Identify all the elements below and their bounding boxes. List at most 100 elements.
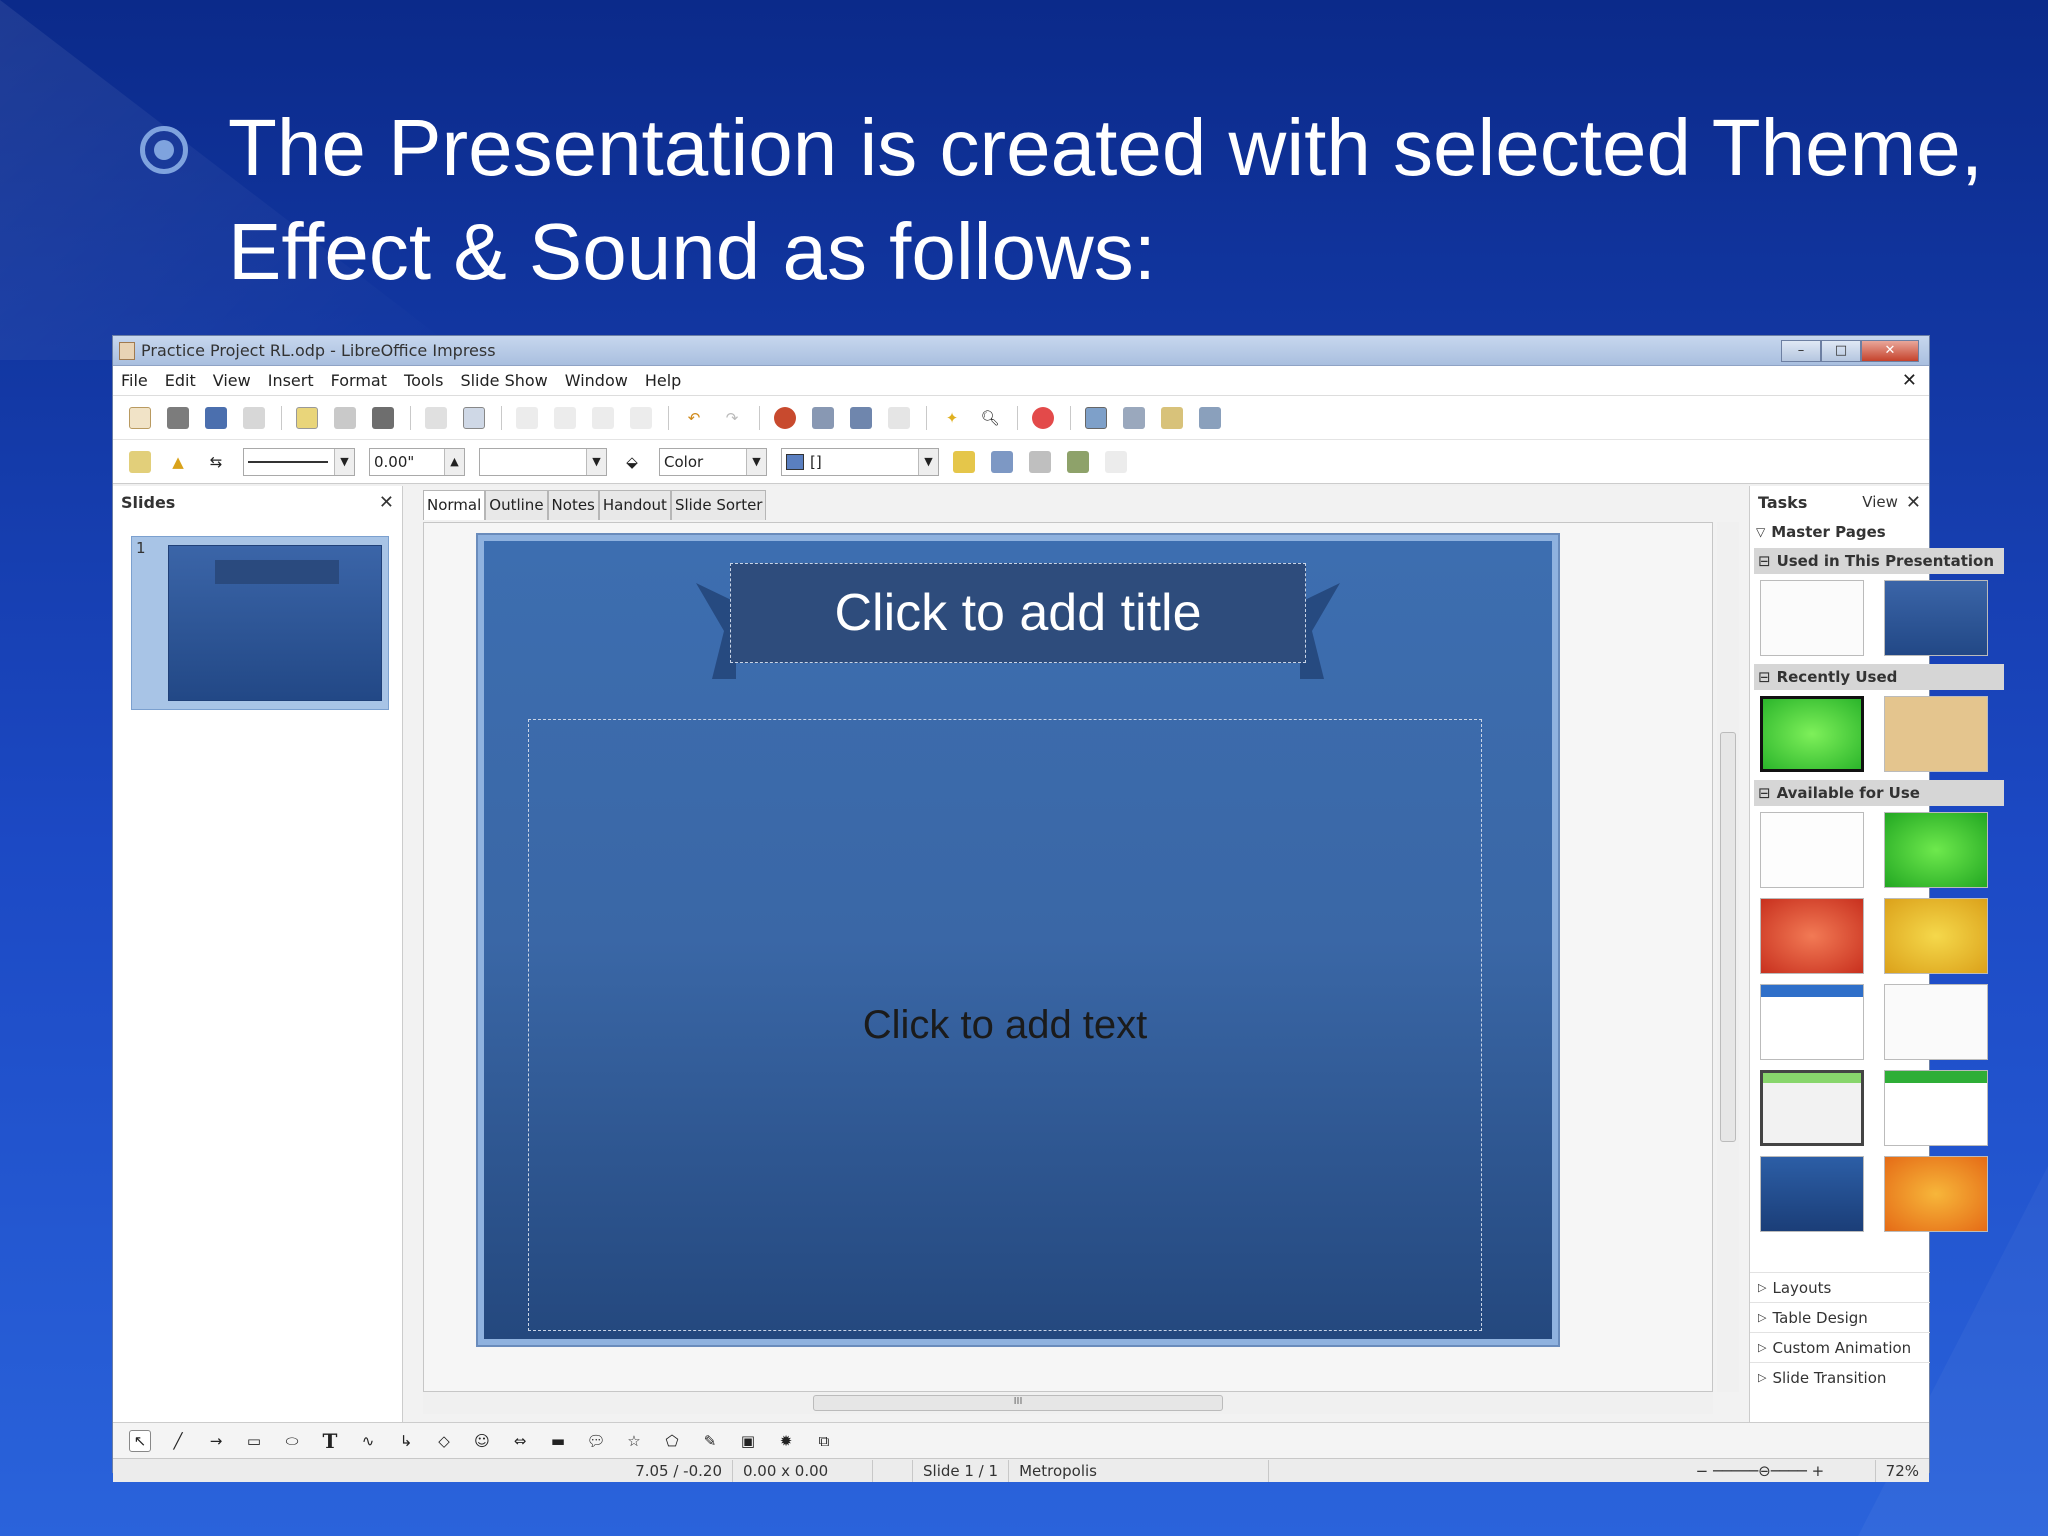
autospellcheck-icon[interactable] bbox=[463, 406, 485, 429]
slide-canvas[interactable]: Click to add title Click to add text bbox=[478, 535, 1558, 1345]
used-section-header[interactable]: ⊟ Used in This Presentation bbox=[1754, 548, 2004, 574]
menu-help[interactable]: Help bbox=[645, 371, 681, 390]
close-icon[interactable]: ✕ bbox=[379, 492, 394, 513]
master-page-yellow[interactable] bbox=[1884, 898, 1988, 974]
menu-file[interactable]: File bbox=[121, 371, 148, 390]
master-page-plain[interactable] bbox=[1884, 984, 1988, 1060]
recent-section-header[interactable]: ⊟ Recently Used bbox=[1754, 664, 2004, 690]
close-icon[interactable]: ✕ bbox=[1906, 492, 1921, 513]
tab-slide-sorter[interactable]: Slide Sorter bbox=[670, 490, 767, 520]
new-document-icon[interactable] bbox=[129, 406, 151, 429]
vertical-scrollbar[interactable] bbox=[1717, 522, 1739, 1392]
menu-insert[interactable]: Insert bbox=[268, 371, 314, 390]
close-button[interactable]: ✕ bbox=[1861, 339, 1919, 362]
symbol-shapes-icon[interactable]: ☺ bbox=[471, 1430, 493, 1452]
connector-tool-icon[interactable]: ↳ bbox=[395, 1430, 417, 1452]
save-icon[interactable] bbox=[205, 406, 227, 429]
paste-icon[interactable] bbox=[592, 406, 614, 429]
stars-icon[interactable]: ☆ bbox=[623, 1430, 645, 1452]
tasks-view-menu[interactable]: View bbox=[1862, 493, 1898, 511]
menu-tools[interactable]: Tools bbox=[404, 371, 443, 390]
master-page-green[interactable] bbox=[1884, 812, 1988, 888]
arrow-tool-icon[interactable]: → bbox=[205, 1430, 227, 1452]
block-arrows-icon[interactable]: ⇔ bbox=[509, 1430, 531, 1452]
help-icon[interactable] bbox=[1032, 406, 1054, 429]
minimize-button[interactable]: – bbox=[1781, 339, 1821, 362]
rectangle-tool-icon[interactable]: ▭ bbox=[243, 1430, 265, 1452]
line-icon[interactable]: ▲ bbox=[167, 451, 189, 473]
slideshow-icon[interactable] bbox=[1199, 406, 1221, 429]
curve-tool-icon[interactable]: ∿ bbox=[357, 1430, 379, 1452]
spellcheck-icon[interactable] bbox=[425, 406, 447, 429]
grid-icon[interactable] bbox=[888, 406, 910, 429]
master-page-green[interactable] bbox=[1760, 696, 1864, 772]
close-document-icon[interactable]: ✕ bbox=[1902, 370, 1917, 391]
master-pages-section[interactable]: ▽ Master Pages bbox=[1750, 518, 1929, 546]
custom-animation-section[interactable]: ▷ Custom Animation bbox=[1750, 1332, 1930, 1362]
line-style-select[interactable]: ▼ bbox=[243, 447, 355, 476]
callouts-icon[interactable]: 💬︎ bbox=[585, 1430, 607, 1452]
shadow-icon[interactable] bbox=[953, 450, 975, 473]
align-icon[interactable] bbox=[1029, 450, 1051, 473]
menu-slide-show[interactable]: Slide Show bbox=[460, 371, 547, 390]
tab-normal[interactable]: Normal bbox=[423, 490, 486, 520]
area-style-select[interactable]: Color ▼ bbox=[659, 447, 767, 476]
tab-handout[interactable]: Handout bbox=[598, 490, 671, 520]
menu-edit[interactable]: Edit bbox=[165, 371, 196, 390]
master-page-orange[interactable] bbox=[1884, 1156, 1988, 1232]
redo-icon[interactable]: ↷ bbox=[721, 407, 743, 429]
presentation-icon[interactable] bbox=[1161, 406, 1183, 429]
cut-icon[interactable] bbox=[516, 406, 538, 429]
area-fill-select[interactable]: [] ▼ bbox=[781, 447, 939, 476]
line-width-field[interactable]: 0.00" ▲ bbox=[369, 447, 465, 476]
slide-thumbnail[interactable]: 1 bbox=[131, 536, 389, 710]
master-page-gray[interactable] bbox=[1760, 1070, 1864, 1146]
zoom-level[interactable]: 72% bbox=[1876, 1460, 1929, 1482]
export-pdf-icon[interactable] bbox=[334, 406, 356, 429]
menu-window[interactable]: Window bbox=[565, 371, 628, 390]
horizontal-scrollbar[interactable]: III bbox=[423, 1392, 1713, 1414]
glue-points-icon[interactable]: ✎ bbox=[699, 1430, 721, 1452]
available-section-header[interactable]: ⊟ Available for Use bbox=[1754, 780, 2004, 806]
undo-icon[interactable]: ↶ bbox=[683, 407, 705, 429]
line-color-select[interactable]: ▼ bbox=[479, 447, 607, 476]
master-page-metropolis[interactable] bbox=[1884, 580, 1988, 656]
select-mode-icon[interactable] bbox=[1105, 450, 1127, 473]
menu-format[interactable]: Format bbox=[331, 371, 387, 390]
scrollbar-grip[interactable]: III bbox=[813, 1395, 1223, 1411]
arrange-icon[interactable] bbox=[1067, 450, 1089, 473]
chart-icon[interactable] bbox=[774, 406, 796, 429]
layouts-section[interactable]: ▷ Layouts bbox=[1750, 1272, 1930, 1302]
text-tool-icon[interactable]: T bbox=[319, 1429, 341, 1453]
open-folder-icon[interactable] bbox=[167, 406, 189, 429]
edit-file-icon[interactable] bbox=[296, 406, 318, 429]
master-page-red[interactable] bbox=[1760, 898, 1864, 974]
slide-design-icon[interactable] bbox=[1085, 406, 1107, 429]
zoom-icon[interactable]: 🔍︎ bbox=[979, 407, 1001, 429]
print-icon[interactable] bbox=[372, 406, 394, 429]
master-page-green-header[interactable] bbox=[1884, 1070, 1988, 1146]
image-icon[interactable] bbox=[850, 406, 872, 429]
title-placeholder[interactable]: Click to add title bbox=[730, 563, 1306, 663]
master-page-white[interactable] bbox=[1760, 812, 1864, 888]
ellipse-tool-icon[interactable]: ⬭ bbox=[281, 1430, 303, 1452]
gallery-icon[interactable]: ✹ bbox=[775, 1430, 797, 1452]
from-file-icon[interactable]: ▣ bbox=[737, 1430, 759, 1452]
email-icon[interactable] bbox=[243, 406, 265, 429]
master-page-tan[interactable] bbox=[1884, 696, 1988, 772]
tab-outline[interactable]: Outline bbox=[485, 490, 548, 520]
copy-icon[interactable] bbox=[554, 406, 576, 429]
line-style-panel-icon[interactable] bbox=[129, 450, 151, 473]
content-placeholder[interactable]: Click to add text bbox=[528, 719, 1482, 1331]
table-design-section[interactable]: ▷ Table Design bbox=[1750, 1302, 1930, 1332]
table-icon[interactable] bbox=[812, 406, 834, 429]
maximize-button[interactable]: □ bbox=[1821, 339, 1861, 362]
zoom-slider[interactable]: − ─────⊖──── + bbox=[1686, 1459, 1876, 1482]
navigator-icon[interactable]: ✦ bbox=[941, 407, 963, 429]
arrow-style-icon[interactable]: ⇆ bbox=[205, 451, 227, 473]
line-tool-icon[interactable]: ╱ bbox=[167, 1430, 189, 1452]
flowchart-icon[interactable]: ▬ bbox=[547, 1430, 569, 1452]
extrusion-icon[interactable]: ⧉ bbox=[813, 1430, 835, 1452]
rotate-icon[interactable] bbox=[991, 450, 1013, 473]
master-page-blue-header[interactable] bbox=[1760, 984, 1864, 1060]
